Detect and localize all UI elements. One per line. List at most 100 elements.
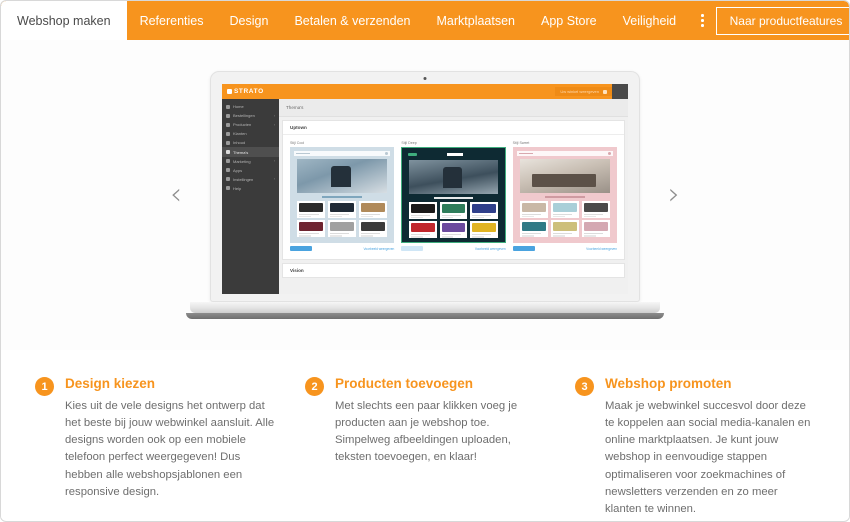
thumb-product-cell <box>519 200 549 218</box>
carousel-prev-icon[interactable]: ‹ <box>159 173 193 217</box>
sidebar-item-klanten[interactable]: Klanten <box>222 129 279 138</box>
step-number-badge: 3 <box>575 377 594 396</box>
swatch <box>471 203 496 213</box>
sidebar-item-bestellingen[interactable]: Bestellingen › <box>222 111 279 120</box>
swatch <box>299 222 324 232</box>
line <box>329 215 343 218</box>
line <box>471 214 491 216</box>
thumb-topbar <box>294 151 391 156</box>
swatch <box>583 202 608 212</box>
naar-productfeatures-button[interactable]: Naar productfeatures ↓ <box>715 6 849 35</box>
theme-select-button[interactable] <box>401 246 424 252</box>
theme-preview-link[interactable]: Voorbeeld weergeven <box>475 247 506 251</box>
line <box>299 215 312 218</box>
kebab-menu-icon[interactable] <box>689 1 716 40</box>
sidebar-item-label: Marketing <box>233 158 251 164</box>
gear-icon <box>226 177 230 182</box>
view-store-button[interactable]: Uw winkel weergeven <box>555 87 612 96</box>
thumb-cart-icon <box>385 152 389 155</box>
chevron-right-icon: › <box>273 177 275 182</box>
nav-item-betalen-verzenden[interactable]: Betalen & verzenden <box>281 1 423 40</box>
thumb-product-grid <box>517 200 613 238</box>
theme-thumbnail <box>512 147 617 244</box>
sidebar-item-home[interactable]: Home <box>222 102 279 111</box>
sidebar-item-label: Instellingen <box>233 176 254 182</box>
nav-item-veiligheid[interactable]: Veiligheid <box>610 1 690 40</box>
thumb-product-cell <box>409 221 438 239</box>
sidebar-item-help[interactable]: Help <box>222 184 279 193</box>
sidebar-item-label: Apps <box>233 167 243 173</box>
view-store-label: Uw winkel weergeven <box>560 89 599 94</box>
theme-select-button[interactable] <box>512 246 535 252</box>
theme-card-footer: Voorbeeld weergeven <box>401 246 506 252</box>
swatch <box>299 202 324 212</box>
swatch <box>360 202 386 212</box>
step-body: Met slechts een paar klikken voeg je pro… <box>335 400 518 464</box>
nav-item-app-store[interactable]: App Store <box>528 1 610 40</box>
theme-preview-link[interactable]: Voorbeeld weergeven <box>363 247 394 251</box>
theme-label: Stijl Deep <box>401 141 417 145</box>
tab-label: Webshop maken <box>17 13 111 28</box>
thumb-product-cell <box>327 200 357 218</box>
line <box>552 235 565 237</box>
sidebar-item-inhoud[interactable]: Inhoud <box>222 138 279 147</box>
swatch <box>521 202 547 212</box>
laptop-screen: STRATO Uw winkel weergeven Home Bestelli… <box>222 84 628 294</box>
step-title: Producten toevoegen <box>335 376 474 391</box>
thumb-logo <box>518 152 533 155</box>
nav-label: Betalen & verzenden <box>294 13 411 28</box>
breadcrumb: Thema's <box>279 99 628 117</box>
line <box>552 213 573 215</box>
swatch <box>552 202 578 212</box>
step-body: Kies uit de vele designs het ontwerp dat… <box>65 400 275 498</box>
tab-webshop-maken[interactable]: Webshop maken <box>1 1 127 40</box>
carousel-next-icon[interactable]: › <box>657 173 691 217</box>
sidebar-item-label: Klanten <box>233 131 247 137</box>
nav-label: Referenties <box>139 13 204 28</box>
step-number-badge: 2 <box>305 377 324 396</box>
theme-select-button[interactable] <box>290 246 312 252</box>
line <box>329 235 343 237</box>
sidebar-item-themas[interactable]: Thema's <box>222 147 279 157</box>
theme-card-deep[interactable]: Stijl Deep Voorbeeld weergeven <box>401 141 506 252</box>
sidebar-item-label: Thema's <box>233 149 249 155</box>
line <box>471 216 484 219</box>
thumb-topbar <box>516 151 613 156</box>
sidebar-item-producten[interactable]: Producten › <box>222 120 279 129</box>
nav-item-referenties[interactable]: Referenties <box>127 1 217 40</box>
thumb-product-cell <box>297 220 326 238</box>
nav-label: Veiligheid <box>622 13 677 28</box>
nav-item-marktplaatsen[interactable]: Marktplaatsen <box>424 1 529 40</box>
sidebar-item-apps[interactable]: Apps <box>222 166 279 175</box>
step-text: Producten toevoegen Met slechts een paar… <box>335 376 545 518</box>
sidebar-item-instellingen[interactable]: Instellingen › <box>222 175 279 184</box>
sidebar-item-marketing[interactable]: Marketing › <box>222 157 279 166</box>
theme-panel-vision[interactable]: Vision <box>282 263 625 279</box>
theme-thumbnail <box>401 147 506 244</box>
line <box>521 213 542 215</box>
sidebar-item-label: Inhoud <box>233 140 246 146</box>
theme-card-sweet[interactable]: Stijl Sweet Voorbeeld weergeven <box>512 141 617 252</box>
theme-card-footer: Voorbeeld weergeven <box>290 246 394 252</box>
line <box>441 216 454 219</box>
line <box>471 236 484 238</box>
theme-preview-link[interactable]: Voorbeeld weergeven <box>586 247 617 251</box>
kebab-dot <box>701 24 704 27</box>
thumb-product-cell <box>581 200 610 218</box>
kebab-dot <box>701 14 704 17</box>
thumb-product-cell <box>550 220 580 238</box>
line <box>521 233 542 235</box>
swatch <box>411 203 436 213</box>
line <box>329 213 350 215</box>
thumb-product-cell <box>439 201 468 219</box>
chevron-right-icon: › <box>273 122 275 127</box>
step-title: Webshop promoten <box>605 376 732 391</box>
line <box>441 236 454 238</box>
content-icon <box>226 140 230 145</box>
nav-label: App Store <box>541 13 597 28</box>
thumb-product-cell <box>519 220 549 238</box>
theme-card-cool[interactable]: Stijl Cool Voorbeeld weergeven <box>290 141 395 252</box>
nav-item-design[interactable]: Design <box>217 1 282 40</box>
help-icon <box>226 186 230 191</box>
themes-icon <box>226 150 230 155</box>
